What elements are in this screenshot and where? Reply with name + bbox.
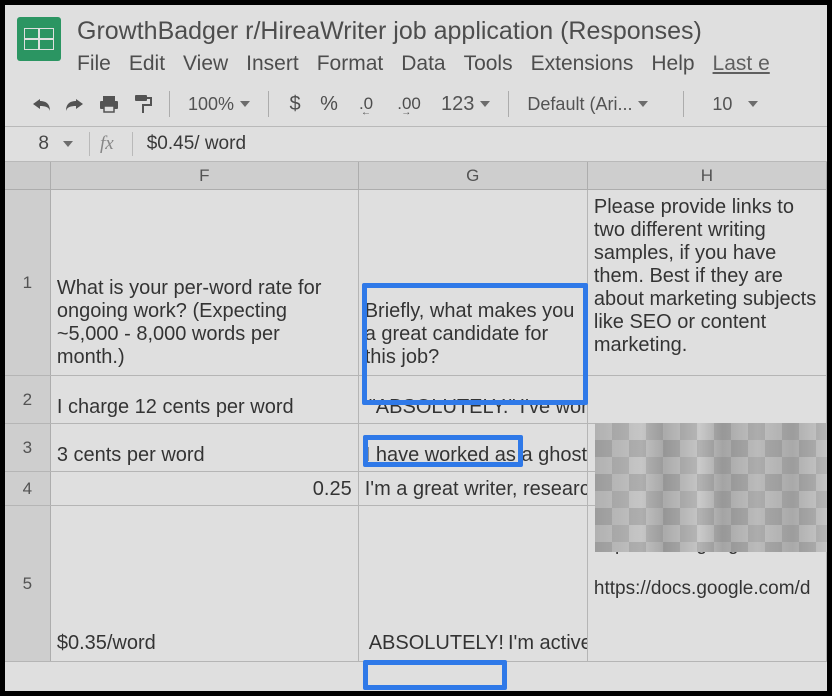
- menu-tools[interactable]: Tools: [464, 52, 513, 76]
- toolbar: 100% $ % .0← .00→ 123 Default (Ari... 10: [5, 80, 827, 126]
- print-icon: [98, 94, 120, 114]
- cell-F3[interactable]: 3 cents per word: [51, 424, 359, 471]
- table-row: 2 I charge 12 cents per word "ABSOLUTELY…: [5, 376, 827, 424]
- zoom-value: 100%: [188, 94, 234, 115]
- redo-icon: [64, 95, 86, 113]
- cell-H2[interactable]: [588, 376, 827, 423]
- document-title[interactable]: GrowthBadger r/HireaWriter job applicati…: [77, 13, 819, 48]
- cell-F2[interactable]: I charge 12 cents per word: [51, 376, 359, 423]
- print-button[interactable]: [95, 90, 123, 118]
- decrease-decimal-button[interactable]: .0←: [349, 90, 383, 118]
- chevron-down-icon[interactable]: [63, 141, 73, 147]
- row-header-4[interactable]: 4: [5, 472, 51, 505]
- menu-bar: File Edit View Insert Format Data Tools …: [77, 48, 819, 80]
- sheets-grid-icon: [24, 28, 54, 50]
- row-header-3[interactable]: 3: [5, 424, 51, 471]
- row-header-1[interactable]: 1: [5, 190, 51, 375]
- table-row: 1 What is your per-word rate for ongoing…: [5, 190, 827, 376]
- sheets-logo: [17, 17, 61, 61]
- menu-data[interactable]: Data: [401, 52, 445, 76]
- cell-G3[interactable]: I have worked as a ghost: [359, 424, 588, 471]
- chevron-down-icon: [638, 101, 648, 107]
- menu-help[interactable]: Help: [651, 52, 694, 76]
- paint-format-button[interactable]: [129, 90, 157, 118]
- more-formats-dropdown[interactable]: 123: [435, 91, 496, 118]
- chevron-down-icon: [748, 101, 758, 107]
- column-header-G[interactable]: G: [359, 162, 588, 189]
- menu-last-edit[interactable]: Last e: [713, 52, 770, 76]
- name-box[interactable]: 8: [5, 133, 57, 155]
- paint-roller-icon: [133, 93, 153, 115]
- currency-button[interactable]: $: [281, 90, 309, 118]
- cell-F4[interactable]: 0.25: [51, 472, 359, 505]
- cell-G1[interactable]: Briefly, what makes you a great candidat…: [359, 190, 588, 375]
- chevron-down-icon: [480, 101, 490, 107]
- select-all-corner[interactable]: [5, 162, 51, 189]
- cell-H4[interactable]: [588, 472, 827, 505]
- cell-H3[interactable]: [588, 424, 827, 471]
- cell-G5[interactable]: ABSOLUTELY! I'm active: [359, 506, 588, 661]
- column-header-F[interactable]: F: [51, 162, 359, 189]
- zoom-dropdown[interactable]: 100%: [182, 92, 256, 117]
- menu-format[interactable]: Format: [317, 52, 384, 76]
- table-row: 4 0.25 I'm a great writer, researc: [5, 472, 827, 506]
- menu-edit[interactable]: Edit: [129, 52, 165, 76]
- fx-label: fx: [100, 133, 114, 155]
- redo-button[interactable]: [61, 90, 89, 118]
- cell-H5[interactable]: https://buttercms.com/blo https://docs.g…: [588, 506, 827, 661]
- highlighted-text: ABSOLUTELY!: [365, 632, 508, 655]
- cell-F1[interactable]: What is your per-word rate for ongoing w…: [51, 190, 359, 375]
- menu-view[interactable]: View: [183, 52, 228, 76]
- row-header-5[interactable]: 5: [5, 506, 51, 661]
- highlighted-text: "ABSOLUTELY.": [365, 396, 520, 419]
- percent-button[interactable]: %: [315, 90, 343, 118]
- undo-button[interactable]: [27, 90, 55, 118]
- increase-decimal-button[interactable]: .00→: [389, 90, 429, 118]
- menu-extensions[interactable]: Extensions: [531, 52, 634, 76]
- cell-G4[interactable]: I'm a great writer, researc: [359, 472, 588, 505]
- chevron-down-icon: [240, 101, 250, 107]
- formula-bar[interactable]: $0.45/ word: [147, 133, 246, 155]
- font-dropdown[interactable]: Default (Ari...: [521, 92, 671, 117]
- table-row: 3 3 cents per word I have worked as a gh…: [5, 424, 827, 472]
- cell-G2[interactable]: "ABSOLUTELY." I've wor: [359, 376, 588, 423]
- spreadsheet-grid: F G H 1 What is your per-word rate for o…: [5, 162, 827, 662]
- cell-H1[interactable]: Please provide links to two different wr…: [588, 190, 827, 375]
- table-row: 5 $0.35/word ABSOLUTELY! I'm active http…: [5, 506, 827, 662]
- cell-F5[interactable]: $0.35/word: [51, 506, 359, 661]
- menu-insert[interactable]: Insert: [246, 52, 299, 76]
- row-header-2[interactable]: 2: [5, 376, 51, 423]
- undo-icon: [30, 95, 52, 113]
- menu-file[interactable]: File: [77, 52, 111, 76]
- font-size-dropdown[interactable]: 10: [696, 92, 764, 117]
- column-header-H[interactable]: H: [588, 162, 827, 189]
